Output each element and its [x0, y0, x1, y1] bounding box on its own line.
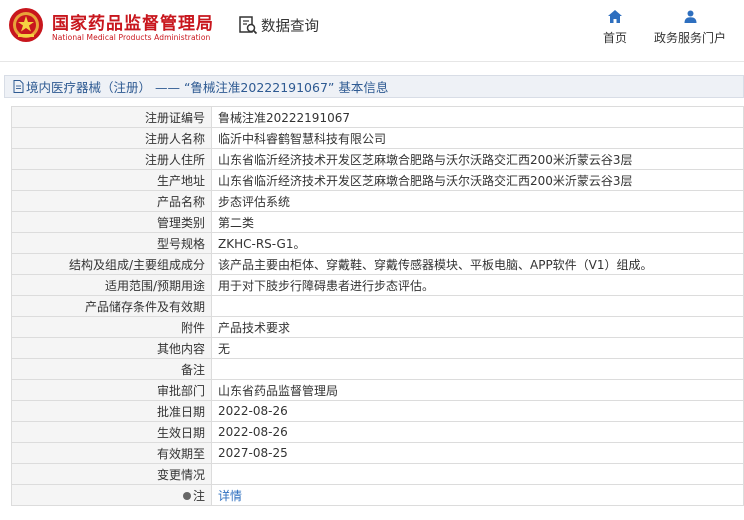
nav-home-label: 首页	[602, 31, 627, 45]
field-value: 山东省临沂经济技术开发区芝麻墩合肥路与沃尔沃路交汇西200米沂蒙云谷3层	[211, 148, 744, 170]
field-value: 无	[211, 337, 744, 359]
table-row: 产品名称 步态评估系统	[11, 190, 744, 212]
site-subtitle: National Medical Products Administration	[52, 33, 211, 42]
field-value: 山东省药品监督管理局	[211, 379, 744, 401]
data-query-link[interactable]: 数据查询	[238, 14, 319, 36]
home-icon	[608, 10, 622, 23]
table-row: 注册证编号 鲁械注准20222191067	[11, 106, 744, 128]
table-row: 注册人住所 山东省临沂经济技术开发区芝麻墩合肥路与沃尔沃路交汇西200米沂蒙云谷3…	[11, 148, 744, 170]
field-value: 山东省临沂经济技术开发区芝麻墩合肥路与沃尔沃路交汇西200米沂蒙云谷3层	[211, 169, 744, 191]
field-label: 附件	[11, 316, 212, 338]
table-row: 注册人名称 临沂中科睿鹤智慧科技有限公司	[11, 127, 744, 149]
site-header: 国家药品监督管理局 National Medical Products Admi…	[0, 0, 744, 62]
nmpa-emblem-logo[interactable]	[8, 7, 44, 43]
field-label: 产品储存条件及有效期	[11, 295, 212, 317]
field-value	[211, 463, 744, 485]
nav-home[interactable]: 首页	[601, 10, 629, 46]
field-value: 用于对下肢步行障碍患者进行步态评估。	[211, 274, 744, 296]
table-row: 附件 产品技术要求	[11, 316, 744, 338]
table-row: 审批部门 山东省药品监督管理局	[11, 379, 744, 401]
field-label: 注册人名称	[11, 127, 212, 149]
nav-service-label: 政务服务门户	[653, 31, 726, 45]
field-label: 审批部门	[11, 379, 212, 401]
nav-service-portal[interactable]: 政务服务门户	[652, 10, 728, 46]
table-row: 管理类别 第二类	[11, 211, 744, 233]
field-label: 注册人住所	[11, 148, 212, 170]
data-query-label: 数据查询	[261, 18, 319, 35]
note-label-cell: 注	[11, 484, 212, 506]
field-value: 产品技术要求	[211, 316, 744, 338]
field-label: 适用范围/预期用途	[11, 274, 212, 296]
field-label: 其他内容	[11, 337, 212, 359]
field-label: 型号规格	[11, 232, 212, 254]
table-row: 生产地址 山东省临沂经济技术开发区芝麻墩合肥路与沃尔沃路交汇西200米沂蒙云谷3层	[11, 169, 744, 191]
user-icon	[684, 10, 696, 23]
search-document-icon	[239, 16, 258, 35]
field-label: 结构及组成/主要组成成分	[11, 253, 212, 275]
field-value	[211, 358, 744, 380]
record-title-bar: 境内医疗器械（注册） —— “鲁械注准20222191067” 基本信息	[4, 75, 744, 98]
field-label: 有效期至	[11, 442, 212, 464]
note-label: 注	[192, 488, 205, 503]
field-value: 鲁械注准20222191067	[211, 106, 744, 128]
table-row-note: 注详情	[11, 484, 744, 506]
bullet-icon	[182, 491, 191, 500]
field-label: 批准日期	[11, 400, 212, 422]
details-link[interactable]: 详情	[211, 484, 744, 506]
field-value: 第二类	[211, 211, 744, 233]
record-detail-table: 注册证编号 鲁械注准20222191067 注册人名称 临沂中科睿鹤智慧科技有限公司注…	[11, 106, 744, 506]
table-row: 型号规格 ZKHC-RS-G1。	[11, 232, 744, 254]
table-row: 适用范围/预期用途 用于对下肢步行障碍患者进行步态评估。	[11, 274, 744, 296]
record-title: 境内医疗器械（注册） —— “鲁械注准20222191067” 基本信息	[26, 80, 389, 95]
field-label: 备注	[11, 358, 212, 380]
field-label: 注册证编号	[11, 106, 212, 128]
field-value: 步态评估系统	[211, 190, 744, 212]
field-label: 生产地址	[11, 169, 212, 191]
field-value: 该产品主要由柜体、穿戴鞋、穿戴传感器模块、平板电脑、APP软件（V1）组成。	[211, 253, 744, 275]
field-value: 2022-08-26	[211, 400, 744, 422]
site-title[interactable]: 国家药品监督管理局	[52, 9, 214, 34]
field-value: 2022-08-26	[211, 421, 744, 443]
table-row: 生效日期 2022-08-26	[11, 421, 744, 443]
table-row: 变更情况	[11, 463, 744, 485]
field-label: 生效日期	[11, 421, 212, 443]
table-row: 有效期至 2027-08-25	[11, 442, 744, 464]
field-value: 临沂中科睿鹤智慧科技有限公司	[211, 127, 744, 149]
table-row: 批准日期 2022-08-26	[11, 400, 744, 422]
field-value	[211, 295, 744, 317]
table-row: 结构及组成/主要组成成分 该产品主要由柜体、穿戴鞋、穿戴传感器模块、平板电脑、AP…	[11, 253, 744, 275]
field-label: 管理类别	[11, 211, 212, 233]
field-label: 变更情况	[11, 463, 212, 485]
document-icon	[13, 80, 24, 93]
table-row: 备注	[11, 358, 744, 380]
table-row: 其他内容无	[11, 337, 744, 359]
field-label: 产品名称	[11, 190, 212, 212]
field-value: ZKHC-RS-G1。	[211, 232, 744, 254]
field-value: 2027-08-25	[211, 442, 744, 464]
table-row: 产品储存条件及有效期	[11, 295, 744, 317]
